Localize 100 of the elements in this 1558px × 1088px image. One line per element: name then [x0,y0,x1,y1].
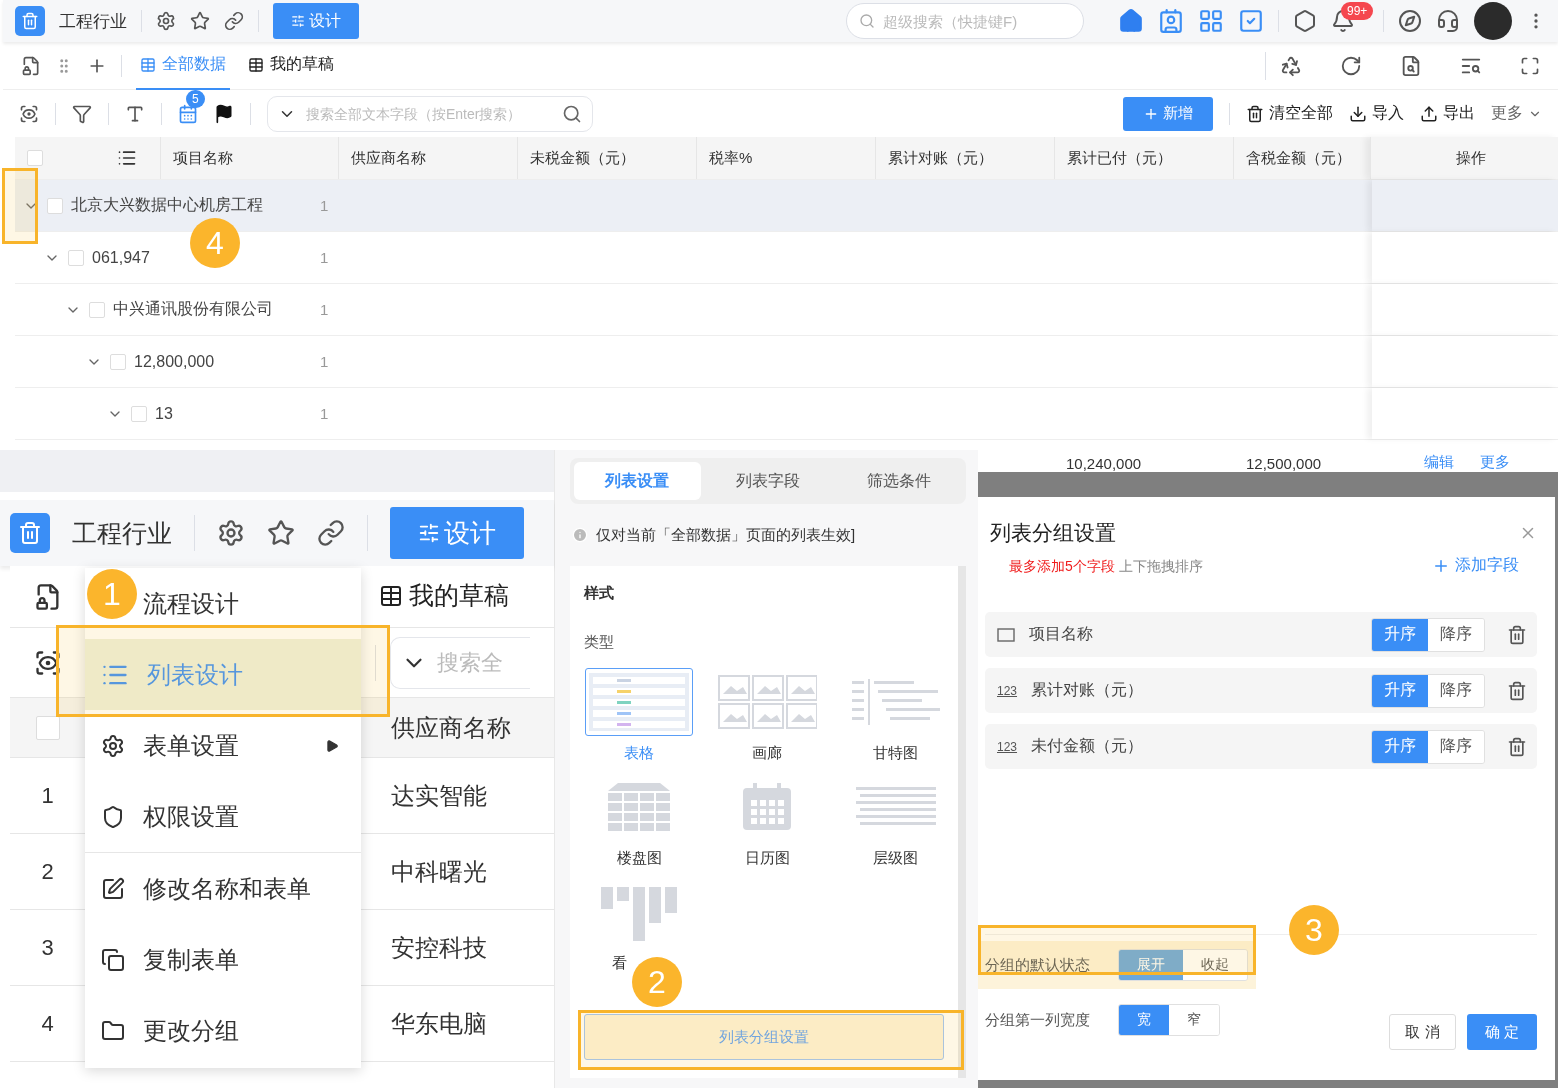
number-type-icon: 123 [997,739,1018,754]
copy-icon [101,947,125,972]
contacts-icon[interactable] [1158,8,1184,34]
view-type-option[interactable]: 层级图 [840,773,950,868]
view-type-option[interactable]: 楼盘图 [584,773,694,868]
settings-icon [101,733,125,758]
star-icon[interactable] [190,11,210,31]
settings-icon[interactable] [217,519,245,547]
headset-icon[interactable] [1436,9,1460,33]
setting-label: 分组第一列宽度 [985,1010,1090,1030]
cancel-button[interactable]: 取 消 [1389,1014,1456,1050]
view-type-option[interactable]: 日历图 [712,773,822,868]
group-field-row[interactable]: 123 未付金额（元） 升序 降序 [985,724,1537,769]
fullscreen-icon[interactable] [1520,55,1540,76]
search-box[interactable]: 搜索全部文本字段（按Enter搜索） [267,95,593,132]
view-icon[interactable] [33,648,62,677]
app-icon [10,513,50,553]
column-list-icon[interactable] [117,148,137,168]
hexagon-icon[interactable] [1293,9,1317,33]
view-icon[interactable] [19,103,39,124]
settings-icon[interactable] [156,11,176,31]
app-name: 工程行业 [72,517,172,549]
flag-icon[interactable] [214,103,234,124]
checkbox[interactable] [131,405,147,422]
sort-option[interactable]: 降序 [1428,674,1484,707]
calendar-icon[interactable] [178,103,198,124]
dialog-title: 列表分组设置 [990,520,1116,546]
checkbox[interactable] [35,715,60,740]
more-dropdown[interactable]: 更多 [1491,103,1542,124]
file-search-icon[interactable] [1400,54,1422,77]
menu-item[interactable]: 权限设置 [85,781,361,852]
toolbar-action[interactable]: 导出 [1420,103,1475,124]
search-icon[interactable] [562,103,582,124]
apps-icon[interactable] [1198,8,1224,34]
checkbox[interactable] [47,197,63,214]
option-toggle[interactable]: 收起 [1183,950,1247,980]
settings-tab[interactable]: 筛选条件 [835,462,962,500]
group-field-row[interactable]: 123 累计对账（元） 升序 降序 [985,668,1537,713]
group-count: 1 [320,353,329,370]
app-name: 工程行业 [59,10,127,33]
table-cell-text: 10,240,000 [1066,455,1143,472]
row-number: 3 [41,934,54,961]
column-header: 累计已付（元） [1067,148,1172,168]
search-box[interactable]: 搜索全 [390,636,530,689]
home-icon[interactable] [1118,8,1144,34]
sliders-icon [291,14,305,28]
sort-option[interactable]: 降序 [1428,618,1484,651]
table-cell-text: 12,500,000 [1246,455,1323,472]
view-tab[interactable]: 我的草稿 [375,568,513,625]
refresh-icon[interactable] [1340,54,1362,77]
column-header: 未税金额（元） [530,148,635,168]
view-type-option[interactable]: 画廊 [712,668,822,763]
search-field[interactable]: 搜索全 [435,648,520,677]
group-count: 1 [320,301,329,318]
group-field-row[interactable]: 项目名称 升序 降序 [985,612,1537,657]
menu-item[interactable]: 更改分组 [85,995,361,1066]
compass-icon[interactable] [1398,9,1422,33]
column-header: 含税金额（元） [1246,148,1351,168]
calendar-view-icon [741,782,793,832]
limit-note: 最多添加5个字段 上下拖拽排序 [1009,557,1204,576]
table-cell-text: 达实智能 [390,780,487,811]
filter-icon[interactable] [72,103,92,124]
super-search-box[interactable]: 超级搜索（快捷键F) [846,3,1084,39]
view-type-option[interactable]: 甘特图 [840,668,950,763]
checkbox[interactable] [89,301,105,318]
star-icon[interactable] [267,519,295,547]
menu-item[interactable]: 表单设置 [85,710,361,781]
group-label: 12,800,000 [134,352,215,371]
gantt-view-icon [850,677,940,727]
view-tab[interactable]: 我的草稿 [244,41,338,90]
table-cell-text: 中科曙光 [390,856,487,887]
group-label: 13 [155,404,173,423]
download-icon [1349,104,1367,123]
delete-icon[interactable] [1507,736,1527,757]
toolbar-action[interactable]: 清空全部 [1246,103,1333,124]
link-icon[interactable] [317,519,345,547]
sort-option[interactable]: 降序 [1428,730,1484,763]
checkbox[interactable] [110,353,126,370]
form-lock-icon[interactable] [21,55,41,76]
row-number: 1 [41,782,54,809]
number-type-icon: 123 [997,683,1018,698]
delete-icon[interactable] [1507,624,1527,645]
toolbar-action[interactable]: 导入 [1349,103,1404,124]
avatar[interactable] [1474,2,1512,40]
group-label: 中兴通讯股份有限公司 [113,299,273,319]
menu-item[interactable]: 修改名称和表单 [85,853,361,924]
menu-item[interactable]: 复制表单 [85,924,361,995]
super-search-field[interactable]: 超级搜索（快捷键F) [881,11,1071,31]
link-icon[interactable] [224,11,244,31]
search-field[interactable]: 搜索全部文本字段（按Enter搜索） [304,104,554,123]
info-icon [572,527,588,543]
checkbox[interactable] [27,150,43,166]
section-title: 样式 [584,584,615,603]
recycle-icon[interactable] [1280,54,1302,77]
delete-icon[interactable] [1507,680,1527,701]
checkbox[interactable] [68,249,84,266]
edit-icon [101,876,125,901]
task-icon[interactable] [1238,8,1264,34]
group-count: 1 [320,249,329,266]
settings-tab[interactable]: 列表字段 [704,462,832,500]
